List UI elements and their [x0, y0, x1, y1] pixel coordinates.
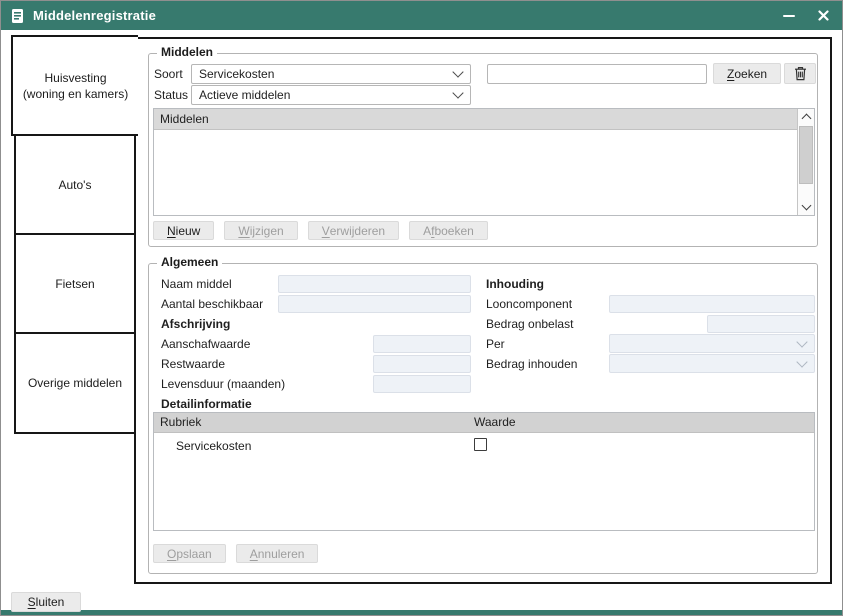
algemeen-legend: Algemeen: [157, 255, 222, 269]
opslaan-button: Opslaan: [153, 544, 226, 563]
app-window: Middelenregistratie Huisvesting (woning …: [0, 0, 843, 616]
nieuw-button[interactable]: Nieuw: [153, 221, 214, 240]
bedrag-inhouden-select: [609, 354, 815, 373]
annuleren-button: Annuleren: [236, 544, 319, 563]
detail-table: Rubriek Waarde Servicekosten: [153, 412, 815, 531]
aantal-beschikbaar-label: Aantal beschikbaar: [161, 297, 263, 311]
bedrag-inhouden-label: Bedrag inhouden: [486, 357, 577, 371]
status-selected-value: Actieve middelen: [199, 88, 290, 102]
table-row[interactable]: Servicekosten: [154, 433, 814, 457]
sluiten-button[interactable]: Sluiten: [11, 592, 81, 612]
middelen-legend: Middelen: [157, 45, 217, 59]
looncomponent-label: Looncomponent: [486, 297, 572, 311]
afboeken-button: Afboeken: [409, 221, 488, 240]
document-icon: [11, 8, 25, 24]
waarde-checkbox[interactable]: [474, 438, 487, 451]
column-rubriek: Rubriek: [160, 415, 201, 429]
chevron-down-icon: [452, 66, 463, 77]
scrollbar-up-icon[interactable]: [798, 109, 814, 125]
soort-label: Soort: [154, 67, 183, 81]
soort-select[interactable]: Servicekosten: [191, 64, 471, 84]
middelen-list-body[interactable]: [154, 130, 814, 215]
zoeken-button[interactable]: Zoeken: [713, 63, 781, 84]
bedrag-onbelast-label: Bedrag onbelast: [486, 317, 573, 331]
trash-icon: [794, 66, 807, 81]
looncomponent-field: [609, 295, 815, 313]
chevron-down-icon: [796, 356, 807, 367]
verwijderen-button: Verwijderen: [308, 221, 399, 240]
naam-middel-label: Naam middel: [161, 277, 232, 291]
minimize-button[interactable]: [780, 7, 798, 25]
status-label: Status: [154, 88, 188, 102]
wijzigen-button: Wijzigen: [224, 221, 297, 240]
minimize-icon: [783, 15, 795, 17]
per-select: [609, 334, 815, 353]
bedrag-onbelast-field: [707, 315, 815, 333]
soort-selected-value: Servicekosten: [199, 67, 274, 81]
chevron-down-icon: [452, 87, 463, 98]
restwaarde-field: [373, 355, 471, 373]
inhouding-header: Inhouding: [486, 277, 544, 291]
scrollbar-thumb[interactable]: [799, 126, 813, 184]
levensduur-label: Levensduur (maanden): [161, 377, 285, 391]
tab-label-sub: (woning en kamers): [23, 86, 128, 102]
per-label: Per: [486, 337, 505, 351]
list-scrollbar[interactable]: [797, 109, 814, 215]
tab-label: Overige middelen: [28, 375, 122, 391]
close-button[interactable]: [814, 7, 832, 25]
titlebar: Middelenregistratie: [1, 1, 842, 30]
tab-fietsen[interactable]: Fietsen: [14, 233, 136, 334]
tab-autos[interactable]: Auto's: [14, 134, 136, 235]
aanschafwaarde-field: [373, 335, 471, 353]
tab-label: Fietsen: [55, 276, 94, 292]
restwaarde-label: Restwaarde: [161, 357, 225, 371]
status-select[interactable]: Actieve middelen: [191, 85, 471, 105]
levensduur-field: [373, 375, 471, 393]
window-title: Middelenregistratie: [33, 8, 156, 23]
detailinformatie-header: Detailinformatie: [161, 397, 252, 411]
tab-label: Huisvesting: [44, 70, 106, 86]
naam-middel-field: [278, 275, 471, 293]
afschrijving-header: Afschrijving: [161, 317, 230, 331]
rubriek-cell: Servicekosten: [176, 439, 251, 453]
middelen-list-header: Middelen: [154, 109, 797, 130]
scrollbar-down-icon[interactable]: [798, 199, 814, 215]
delete-trash-button[interactable]: [784, 63, 816, 84]
aanschafwaarde-label: Aanschafwaarde: [161, 337, 250, 351]
detail-table-header: Rubriek Waarde: [154, 413, 814, 433]
window-bottom-strip: [1, 610, 842, 615]
search-input[interactable]: [487, 64, 707, 84]
aantal-beschikbaar-field: [278, 295, 471, 313]
close-icon: [818, 10, 829, 21]
middelen-list[interactable]: Middelen: [153, 108, 815, 216]
tab-overige-middelen[interactable]: Overige middelen: [14, 332, 136, 434]
tab-label: Auto's: [59, 177, 92, 193]
tab-huisvesting[interactable]: Huisvesting (woning en kamers): [11, 35, 138, 136]
scrollbar-track[interactable]: [798, 125, 814, 199]
column-waarde: Waarde: [474, 415, 516, 429]
chevron-down-icon: [796, 336, 807, 347]
